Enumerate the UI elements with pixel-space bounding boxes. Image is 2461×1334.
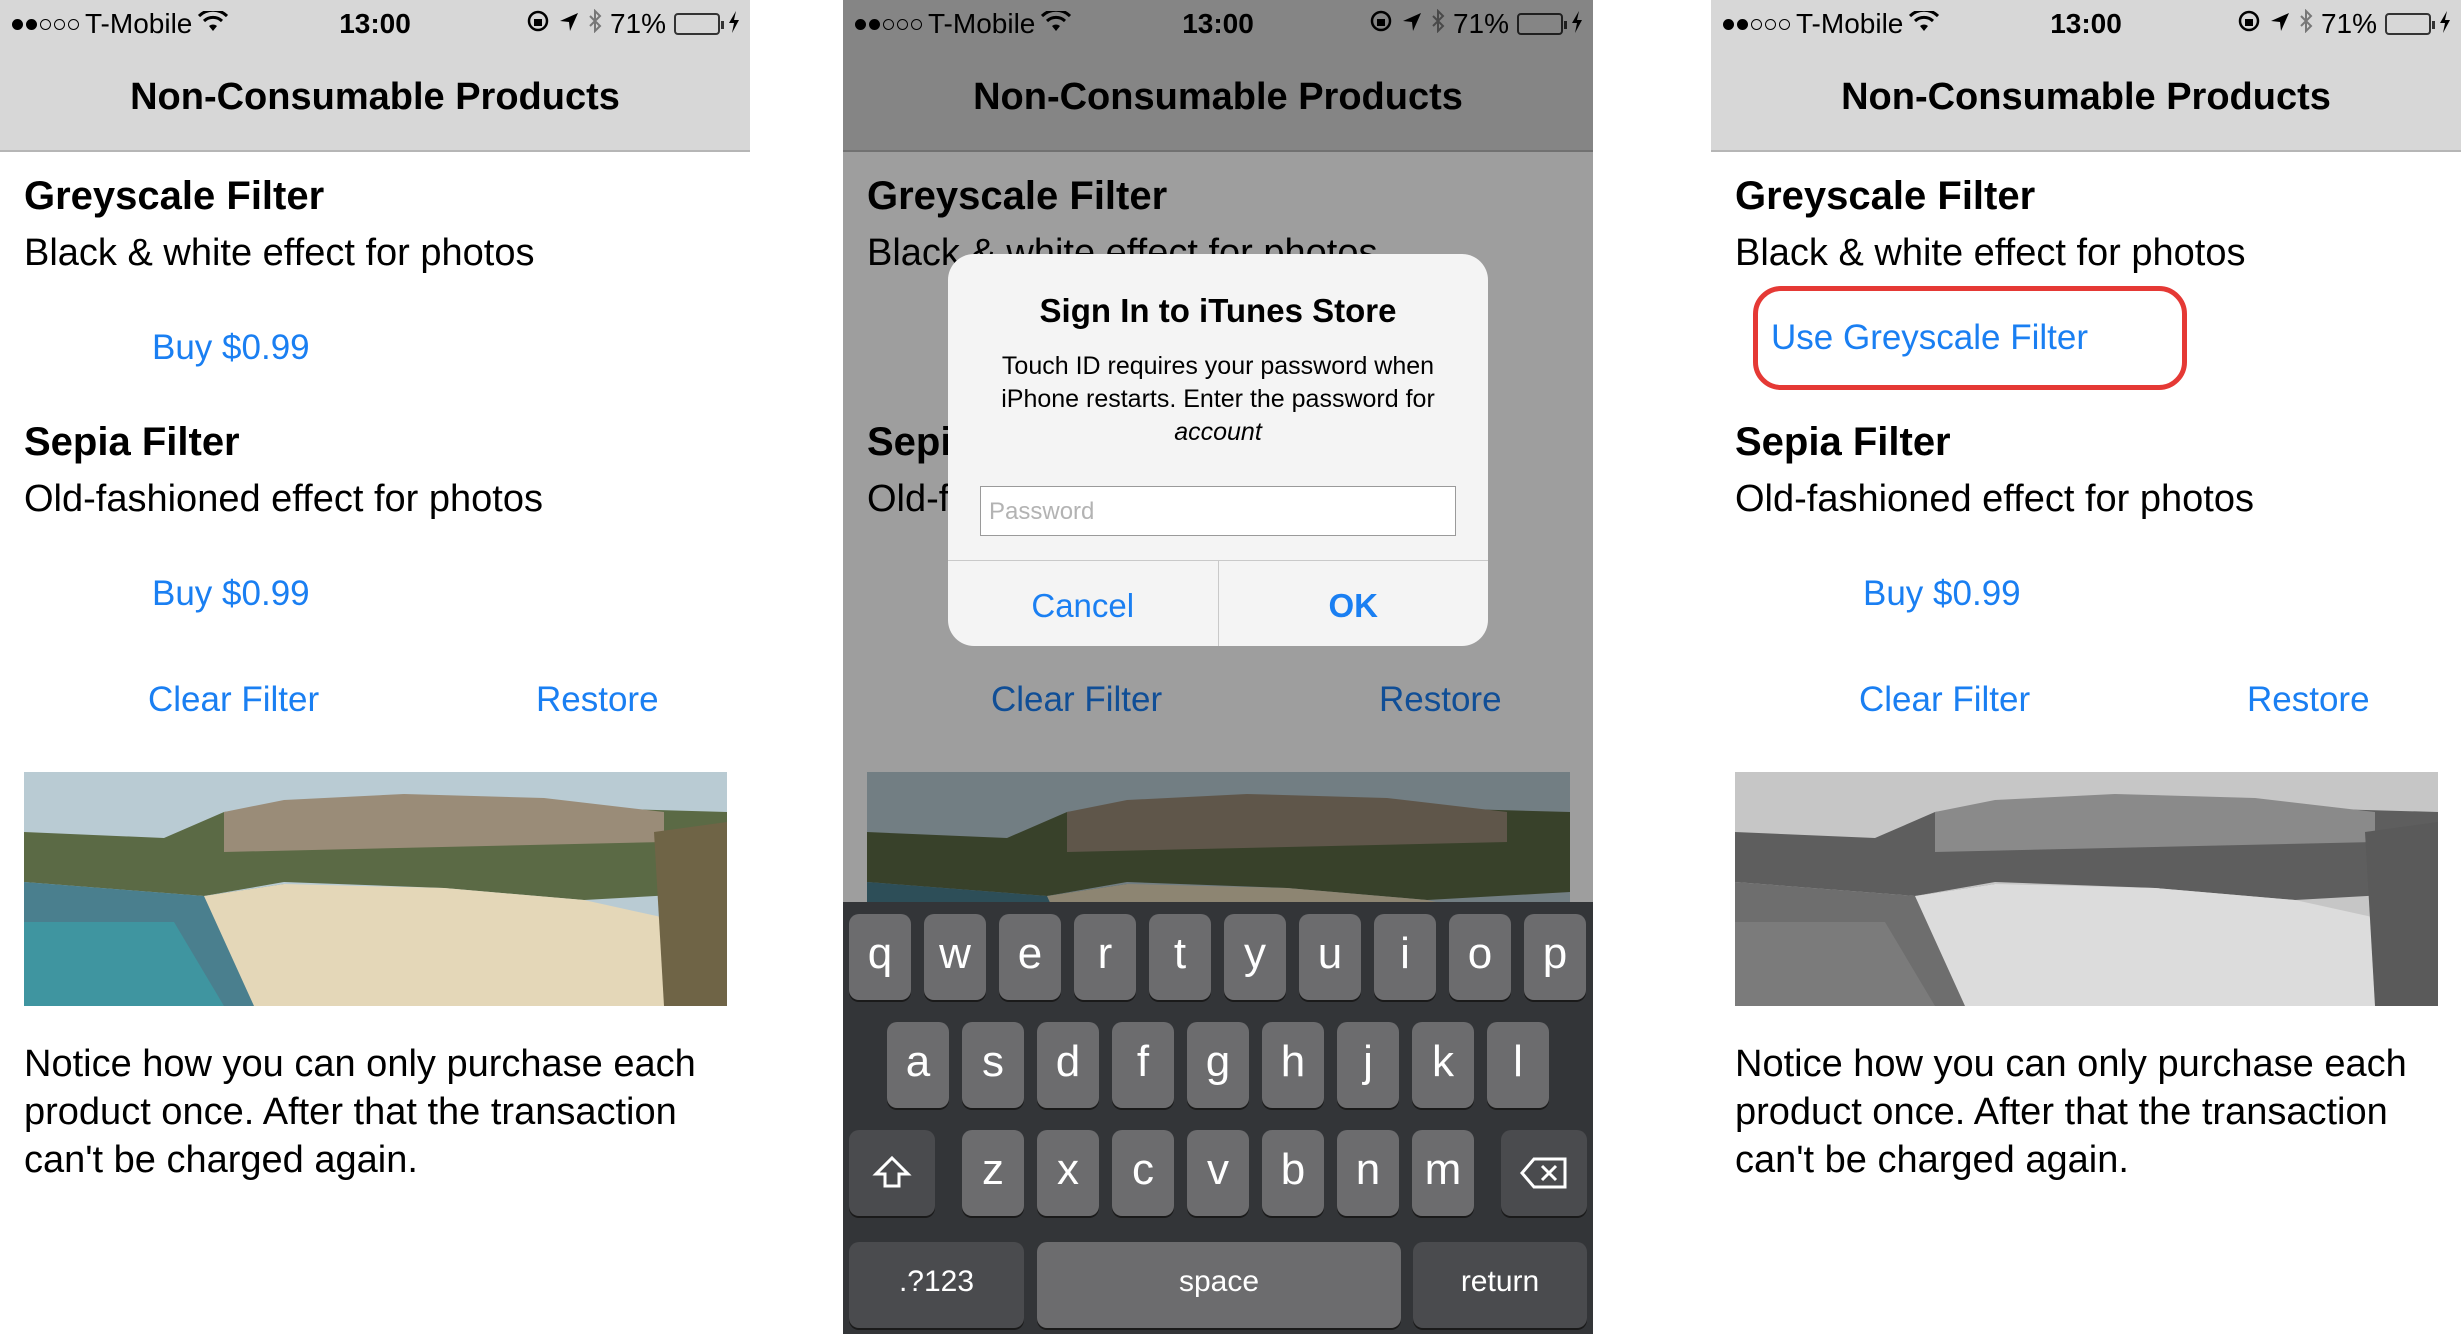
bluetooth-icon: [588, 8, 602, 40]
sepia-title: Sepia Filter: [1735, 420, 1951, 464]
battery-icon: [2385, 13, 2435, 35]
numbers-key[interactable]: .?123: [849, 1242, 1024, 1328]
key-r[interactable]: r: [1074, 914, 1136, 1000]
status-bar: T-Mobile 13:00 71%: [1711, 0, 2461, 48]
key-p[interactable]: p: [1524, 914, 1586, 1000]
space-key[interactable]: space: [1037, 1242, 1401, 1328]
greyscale-buy-button[interactable]: Buy $0.99: [152, 328, 310, 368]
navigation-bar: Non-Consumable Products: [0, 48, 750, 152]
use-greyscale-button[interactable]: Use Greyscale Filter: [1771, 318, 2088, 358]
delete-key[interactable]: [1501, 1130, 1587, 1216]
screen-before-purchase: T-Mobile 13:00 71% Non-Consumable Produc…: [0, 0, 750, 1334]
screen-after-purchase: T-Mobile 13:00 71% Non-Consumable Produc…: [1711, 0, 2461, 1334]
navigation-bar: Non-Consumable Products: [1711, 48, 2461, 152]
key-j[interactable]: j: [1337, 1022, 1399, 1108]
key-f[interactable]: f: [1112, 1022, 1174, 1108]
nav-title: Non-Consumable Products: [1841, 76, 2331, 118]
dialog-message-text: Touch ID requires your password when iPh…: [1001, 352, 1435, 413]
greyscale-desc: Black & white effect for photos: [24, 232, 535, 274]
charging-bolt-icon: [2439, 8, 2451, 40]
key-w[interactable]: w: [924, 914, 986, 1000]
products-content: Greyscale Filter Black & white effect fo…: [0, 152, 750, 1334]
sepia-buy-button[interactable]: Buy $0.99: [152, 574, 310, 614]
key-k[interactable]: k: [1412, 1022, 1474, 1108]
delete-icon: [1520, 1157, 1567, 1189]
key-s[interactable]: s: [962, 1022, 1024, 1108]
location-arrow-icon: [2269, 8, 2291, 40]
lock-rotation-icon: [2237, 8, 2261, 40]
status-right: 71%: [2237, 8, 2451, 40]
charging-bolt-icon: [728, 8, 740, 40]
beach-photo: [24, 772, 727, 1006]
dialog-buttons: Cancel OK: [948, 560, 1488, 646]
sepia-desc: Old-fashioned effect for photos: [1735, 478, 2254, 520]
dialog-account: account: [1174, 418, 1262, 446]
clear-filter-button[interactable]: Clear Filter: [148, 680, 319, 720]
key-g[interactable]: g: [1187, 1022, 1249, 1108]
dialog-message: Touch ID requires your password when iPh…: [968, 350, 1468, 449]
key-l[interactable]: l: [1487, 1022, 1549, 1108]
sepia-desc: Old-fashioned effect for photos: [24, 478, 543, 520]
dialog-title: Sign In to iTunes Store: [1039, 292, 1397, 329]
key-i[interactable]: i: [1374, 914, 1436, 1000]
battery-icon: [674, 13, 724, 35]
location-arrow-icon: [558, 8, 580, 40]
shift-key[interactable]: [849, 1130, 935, 1216]
keyboard: q w e r t y u i o p a s d f g h j k l z …: [843, 902, 1593, 1334]
key-m[interactable]: m: [1412, 1130, 1474, 1216]
products-content: Greyscale Filter Black & white effect fo…: [1711, 152, 2461, 1334]
screen-sign-in-dialog: T-Mobile 13:00 71% Non-Consumable Produc…: [843, 0, 1593, 1334]
sign-in-dialog: Sign In to iTunes Store Touch ID require…: [948, 254, 1488, 646]
password-field[interactable]: Password: [980, 486, 1456, 536]
status-right: 71%: [526, 8, 740, 40]
sepia-buy-button[interactable]: Buy $0.99: [1863, 574, 2021, 614]
lock-rotation-icon: [526, 8, 550, 40]
battery-percent: 71%: [2320, 8, 2377, 39]
key-q[interactable]: q: [849, 914, 911, 1000]
battery-percent: 71%: [609, 8, 666, 39]
status-bar: T-Mobile 13:00 71%: [0, 0, 750, 48]
key-t[interactable]: t: [1149, 914, 1211, 1000]
key-a[interactable]: a: [887, 1022, 949, 1108]
clear-filter-button[interactable]: Clear Filter: [1859, 680, 2030, 720]
key-e[interactable]: e: [999, 914, 1061, 1000]
sepia-title: Sepia Filter: [24, 420, 240, 464]
restore-button[interactable]: Restore: [536, 680, 659, 720]
key-x[interactable]: x: [1037, 1130, 1099, 1216]
bluetooth-icon: [2299, 8, 2313, 40]
restore-button[interactable]: Restore: [2247, 680, 2370, 720]
key-b[interactable]: b: [1262, 1130, 1324, 1216]
greyscale-title: Greyscale Filter: [24, 174, 325, 218]
key-u[interactable]: u: [1299, 914, 1361, 1000]
notice-text: Notice how you can only purchase each pr…: [1735, 1043, 2407, 1181]
greyscale-desc: Black & white effect for photos: [1735, 232, 2246, 274]
key-n[interactable]: n: [1337, 1130, 1399, 1216]
beach-photo-greyscale: [1735, 772, 2438, 1006]
greyscale-title: Greyscale Filter: [1735, 174, 2036, 218]
shift-icon: [872, 1155, 912, 1188]
key-z[interactable]: z: [962, 1130, 1024, 1216]
key-v[interactable]: v: [1187, 1130, 1249, 1216]
ok-button[interactable]: OK: [1217, 561, 1489, 646]
key-h[interactable]: h: [1262, 1022, 1324, 1108]
key-o[interactable]: o: [1449, 914, 1511, 1000]
notice-text: Notice how you can only purchase each pr…: [24, 1043, 696, 1181]
key-c[interactable]: c: [1112, 1130, 1174, 1216]
key-y[interactable]: y: [1224, 914, 1286, 1000]
key-d[interactable]: d: [1037, 1022, 1099, 1108]
cancel-button[interactable]: Cancel: [948, 561, 1218, 646]
nav-title: Non-Consumable Products: [130, 76, 620, 118]
return-key[interactable]: return: [1413, 1242, 1587, 1328]
